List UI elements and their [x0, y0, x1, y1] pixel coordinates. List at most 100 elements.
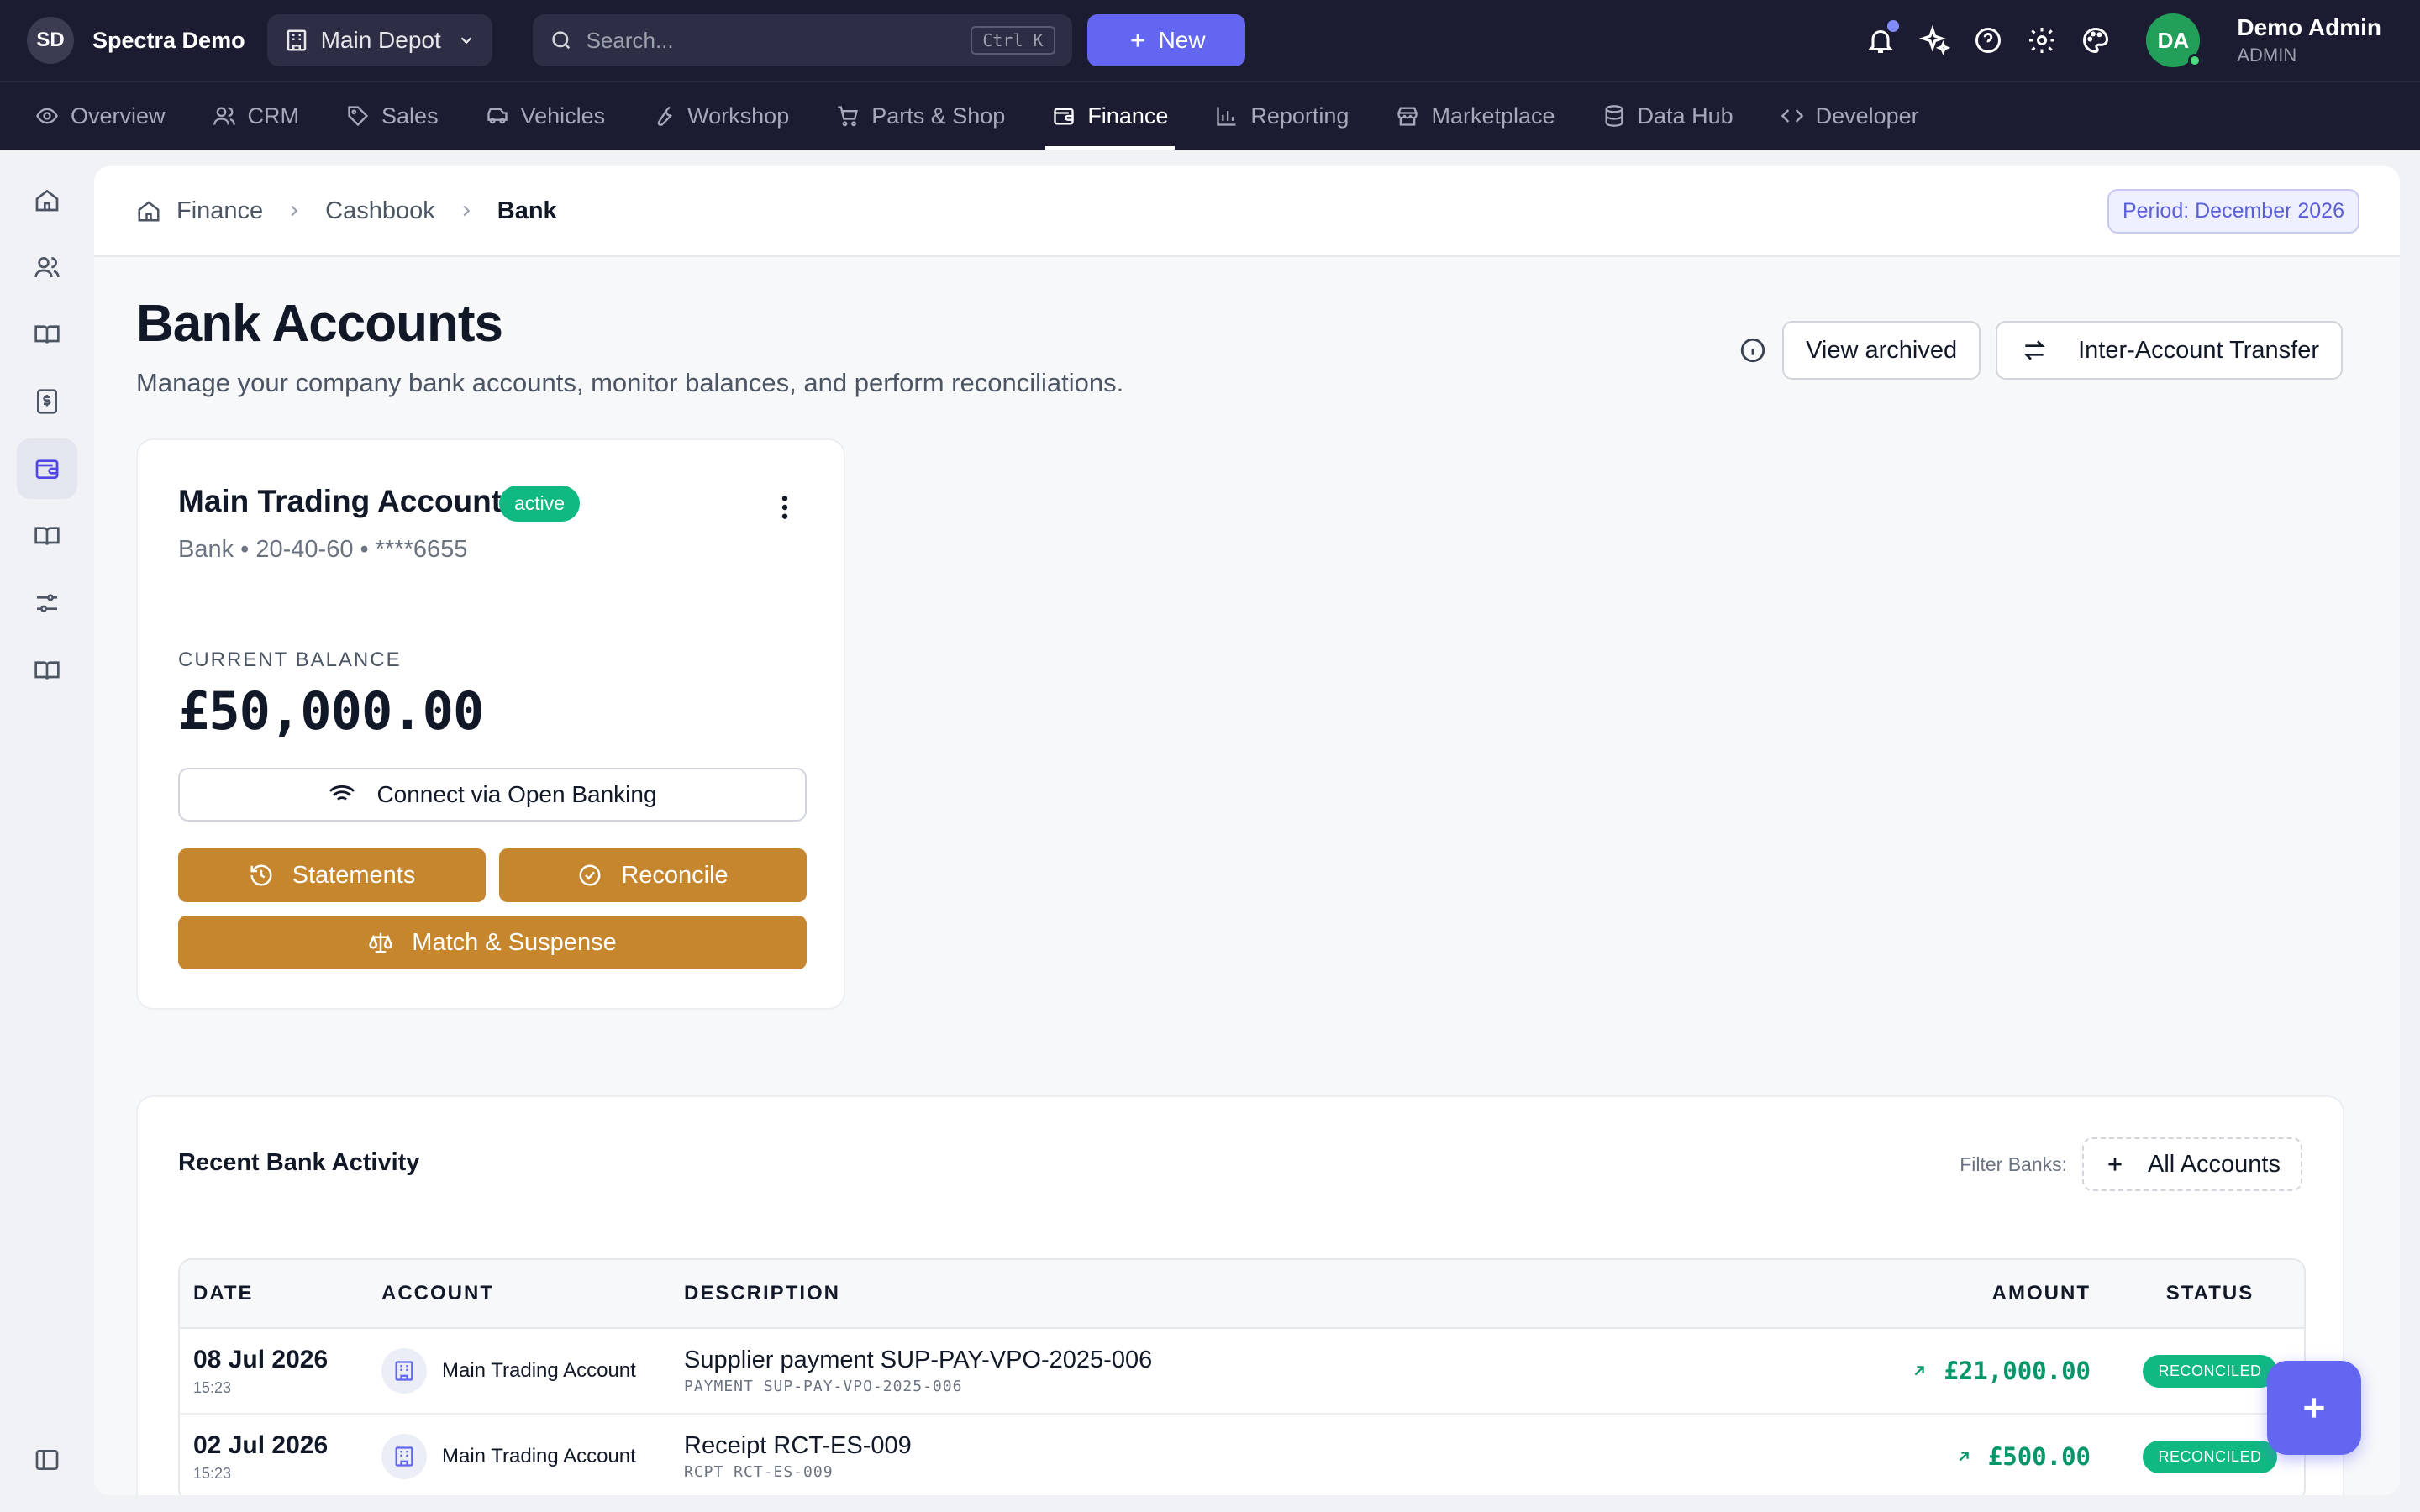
col-status[interactable]: STATUS: [2116, 1282, 2304, 1305]
scale-icon: [368, 930, 393, 955]
tab-parts-shop[interactable]: Parts & Shop: [836, 82, 1005, 150]
tab-label: Developer: [1815, 102, 1919, 129]
rail-book[interactable]: [17, 304, 77, 365]
table-row[interactable]: 02 Jul 2026 15:23 Main Trading Account R…: [180, 1415, 2304, 1495]
tab-data-hub[interactable]: Data Hub: [1602, 82, 1733, 150]
filter-value: All Accounts: [2148, 1150, 2281, 1178]
bell-icon[interactable]: [1865, 20, 1900, 55]
building-icon: [381, 1348, 427, 1394]
tab-developer[interactable]: Developer: [1781, 82, 1919, 150]
tab-marketplace[interactable]: Marketplace: [1396, 82, 1555, 150]
new-button[interactable]: New: [1086, 14, 1245, 66]
rail-home[interactable]: [17, 170, 77, 230]
rail-docs[interactable]: [17, 640, 77, 701]
transfer-arrows-icon: [2021, 337, 2048, 364]
col-account[interactable]: ACCOUNT: [381, 1282, 684, 1305]
statements-button[interactable]: Statements: [178, 848, 486, 902]
reconcile-label: Reconcile: [621, 861, 729, 889]
rail-ledger[interactable]: [17, 506, 77, 566]
tab-finance[interactable]: Finance: [1045, 82, 1176, 150]
code-icon: [1781, 104, 1804, 128]
bar-chart-icon: [1215, 104, 1239, 128]
tab-crm[interactable]: CRM: [213, 82, 300, 150]
history-icon: [249, 863, 274, 888]
tab-label: CRM: [247, 102, 300, 129]
account-name[interactable]: Main Trading Account: [178, 484, 502, 519]
period-badge[interactable]: Period: December 2026: [2107, 188, 2360, 234]
col-amount[interactable]: AMOUNT: [1881, 1282, 2116, 1305]
tab-workshop[interactable]: Workshop: [652, 82, 789, 150]
help-icon[interactable]: [1973, 25, 2003, 55]
reconcile-button[interactable]: Reconcile: [499, 848, 807, 902]
global-search[interactable]: Search... Ctrl K: [532, 14, 1072, 66]
user-name: Demo Admin: [2237, 14, 2381, 40]
arrow-up-right-icon: [1954, 1447, 1973, 1466]
tab-label: Sales: [381, 102, 439, 129]
tab-vehicles[interactable]: Vehicles: [486, 82, 605, 150]
view-archived-button[interactable]: View archived: [1782, 321, 1981, 380]
plus-icon: [2297, 1391, 2331, 1425]
table-row[interactable]: 08 Jul 2026 15:23 Main Trading Account S…: [180, 1329, 2304, 1415]
depot-selector[interactable]: Main Depot: [266, 14, 492, 66]
users-icon: [34, 254, 60, 281]
eye-icon: [35, 104, 59, 128]
user-menu[interactable]: Demo Admin ADMIN: [2237, 14, 2381, 66]
rail-collapse[interactable]: [17, 1430, 77, 1490]
open-banking-label: Connect via Open Banking: [376, 781, 657, 807]
gear-icon[interactable]: [2027, 25, 2057, 55]
search-icon: [550, 29, 573, 52]
row-date: 08 Jul 2026: [193, 1345, 329, 1373]
tab-label: Reporting: [1250, 102, 1349, 129]
match-suspense-label: Match & Suspense: [412, 928, 617, 956]
building-icon: [381, 1434, 427, 1479]
balance-label: CURRENT BALANCE: [178, 648, 402, 671]
more-vertical-icon[interactable]: [780, 494, 790, 521]
brand-logo[interactable]: SD: [27, 17, 74, 64]
floating-add-button[interactable]: [2267, 1361, 2361, 1455]
notification-dot: [1887, 20, 1900, 32]
rail-settings[interactable]: [17, 573, 77, 633]
row-date: 02 Jul 2026: [193, 1431, 329, 1459]
info-icon[interactable]: [1739, 336, 1767, 365]
rail-invoices[interactable]: [17, 371, 77, 432]
col-description[interactable]: DESCRIPTION: [684, 1282, 1881, 1305]
tab-reporting[interactable]: Reporting: [1215, 82, 1349, 150]
tab-label: Workshop: [687, 102, 790, 129]
activity-title: Recent Bank Activity: [178, 1149, 420, 1176]
tab-label: Overview: [71, 102, 166, 129]
plus-icon: [1127, 29, 1149, 51]
rail-bank[interactable]: [17, 438, 77, 499]
avatar-initials: DA: [2157, 27, 2190, 53]
inter-account-transfer-button[interactable]: Inter-Account Transfer: [1996, 321, 2343, 380]
home-icon[interactable]: [136, 198, 161, 223]
chevron-down-icon: [457, 31, 476, 50]
row-description: Receipt RCT-ES-009: [684, 1432, 912, 1459]
filter-label: Filter Banks:: [1960, 1152, 2068, 1175]
table-header: DATE ACCOUNT DESCRIPTION AMOUNT STATUS: [180, 1260, 2304, 1329]
breadcrumb-finance[interactable]: Finance: [176, 197, 263, 225]
open-banking-button[interactable]: Connect via Open Banking: [178, 768, 807, 822]
status-badge: RECONCILED: [2143, 1440, 2277, 1473]
col-date[interactable]: DATE: [180, 1282, 381, 1305]
rail-contacts[interactable]: [17, 237, 77, 297]
tab-sales[interactable]: Sales: [346, 82, 439, 150]
statements-label: Statements: [292, 861, 416, 889]
user-role: ADMIN: [2237, 45, 2297, 66]
users-icon: [213, 104, 236, 128]
match-suspense-button[interactable]: Match & Suspense: [178, 916, 807, 969]
sliders-icon: [34, 590, 60, 617]
search-input[interactable]: Search...: [587, 28, 971, 54]
palette-icon[interactable]: [2081, 25, 2111, 55]
view-archived-label: View archived: [1806, 336, 1958, 364]
plus-icon: [2104, 1153, 2126, 1175]
online-indicator: [2188, 54, 2202, 67]
sparkles-icon[interactable]: [1919, 25, 1951, 55]
breadcrumb-cashbook[interactable]: Cashbook: [325, 197, 435, 225]
bank-filter-button[interactable]: All Accounts: [2082, 1137, 2302, 1191]
home-icon: [34, 186, 60, 213]
transfer-label: Inter-Account Transfer: [2078, 336, 2319, 364]
row-account: Main Trading Account: [442, 1445, 636, 1467]
dollar-receipt-icon: [34, 388, 60, 415]
tab-overview[interactable]: Overview: [35, 82, 166, 150]
avatar[interactable]: DA: [2146, 13, 2202, 67]
